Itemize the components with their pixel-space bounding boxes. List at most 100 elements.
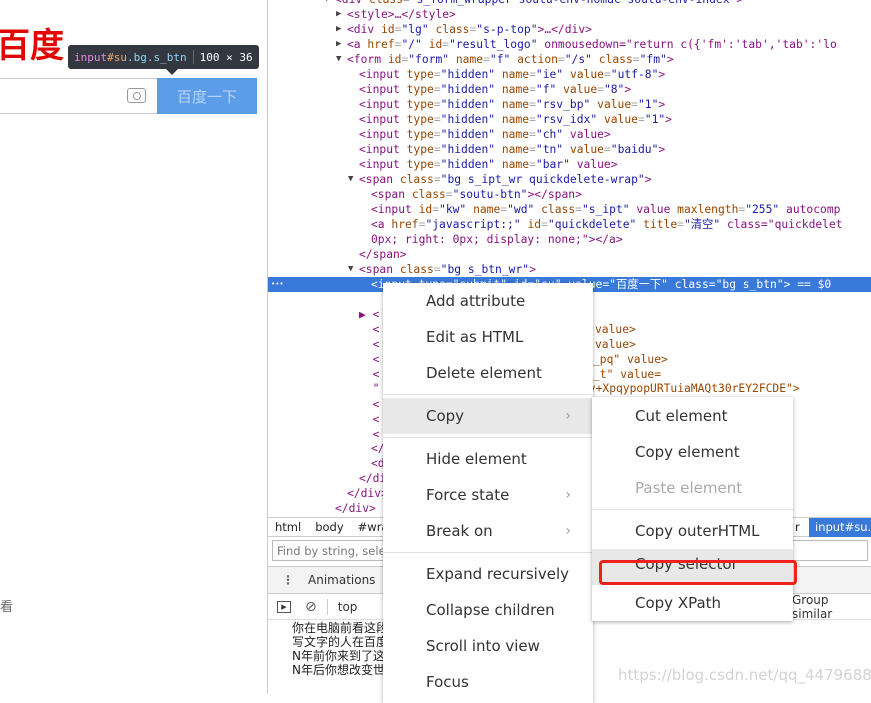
caret-down-icon[interactable]: ▼	[348, 172, 353, 187]
more-icon[interactable]: •••	[271, 277, 284, 292]
dom-node-line[interactable]: ▼ <form id="form" name="f" action="/s" cl…	[268, 52, 871, 67]
tab-animations[interactable]: Animations	[308, 573, 375, 587]
dom-node-line[interactable]: ▼ <span class="bg s_btn_wr">	[268, 262, 871, 277]
dom-node-line[interactable]: <input type="hidden" name="tn" value="ba…	[268, 142, 871, 157]
breadcrumb-body[interactable]: body	[308, 520, 350, 534]
tooltip-size: 100 × 36	[199, 50, 253, 64]
dom-node-text: <input type="hidden" name="ch" value>	[359, 128, 611, 141]
tooltip-class: .bg.s_btn	[127, 50, 187, 64]
dom-node-text: <input id="kw" name="wd" class="s_ipt" v…	[371, 203, 841, 216]
label: Hide element	[426, 450, 527, 468]
dom-node-line[interactable]: </span>	[268, 247, 871, 262]
breadcrumb-current[interactable]: input#su.bg.s_btn	[809, 518, 871, 537]
dom-node-text: 0px; right: 0px; display: none;"></a>	[371, 233, 623, 246]
dom-node-line[interactable]: ▼ <span class="bg s_ipt_wr quickdelete-wr…	[268, 172, 871, 187]
dom-node-line[interactable]: <span class="soutu-btn"></span>	[268, 187, 871, 202]
tooltip-arrow	[166, 69, 178, 81]
watermark: https://blog.csdn.net/qq_44796882	[618, 666, 871, 684]
dom-node-line[interactable]: <input type="hidden" name="ie" value="ut…	[268, 67, 871, 82]
caret-down-icon[interactable]: ▼	[324, 0, 329, 7]
label: Expand recursively	[426, 565, 569, 583]
divider	[592, 509, 793, 510]
dom-node-line[interactable]: ▶ <div id="lg" class="s-p-top">…</div>	[268, 22, 871, 37]
label: Edit as HTML	[426, 328, 524, 346]
caret-right-icon[interactable]: ▶	[336, 7, 341, 22]
menu-edit-as-html[interactable]: Edit as HTML	[383, 319, 593, 355]
dom-node-line[interactable]: ▶ <a href="/" id="result_logo" onmousedow…	[268, 37, 871, 52]
dom-node-text: <div id="lg" class="s-p-top">…</div>	[347, 23, 592, 36]
console-line: 写文字的人在百度	[292, 635, 389, 649]
divider	[383, 552, 593, 553]
label: Copy	[426, 407, 465, 425]
dom-node-text: <input type="hidden" name="ie" value="ut…	[359, 68, 666, 81]
dom-node-line[interactable]: 0px; right: 0px; display: none;"></a>	[268, 232, 871, 247]
caret-right-icon[interactable]: ▶	[336, 37, 341, 52]
dom-node-text: <div class="s_form_wrapper soutu-env-nom…	[335, 0, 743, 7]
label: Copy XPath	[635, 594, 722, 612]
dom-node-text: <span class="soutu-btn"></span>	[371, 188, 582, 201]
dom-node-line[interactable]: <input type="hidden" name="rsv_bp" value…	[268, 97, 871, 112]
dom-node-line[interactable]: ▼ <div class="s_form_wrapper soutu-env-no…	[268, 0, 871, 7]
divider	[383, 437, 593, 438]
side-text: 看	[0, 600, 14, 615]
dom-node-text: </span>	[359, 248, 407, 261]
console-line: N年后你想改变世	[292, 663, 385, 677]
dom-node-line[interactable]: ▶ <style>…</style>	[268, 7, 871, 22]
group-similar-checkbox[interactable]: Group similar	[792, 593, 871, 621]
menu-focus[interactable]: Focus	[383, 664, 593, 700]
dom-node-line[interactable]: <input type="hidden" name="f" value="8">	[268, 82, 871, 97]
label: Scroll into view	[426, 637, 540, 655]
menu-copy-xpath[interactable]: Copy XPath	[592, 585, 793, 621]
highlight-box	[599, 560, 797, 585]
menu-cut-element[interactable]: Cut element	[592, 398, 793, 434]
menu-expand-recursively[interactable]: Expand recursively	[383, 556, 593, 592]
menu-copy[interactable]: Copy ›	[383, 398, 593, 434]
dom-node-text: <style>…</style>	[347, 8, 456, 21]
chevron-right-icon: ›	[565, 408, 571, 424]
caret-right-icon[interactable]: ▶	[336, 22, 341, 37]
clear-console-icon[interactable]: ⊘	[305, 599, 317, 615]
dom-node-text: <input type="hidden" name="tn" value="ba…	[359, 143, 666, 156]
tooltip-id: #su	[107, 50, 127, 64]
menu-delete-element[interactable]: Delete element	[383, 355, 593, 391]
dom-node-fragment: _pq" value>	[593, 353, 668, 366]
label: Cut element	[635, 407, 728, 425]
context-selector[interactable]: top	[338, 600, 358, 614]
menu-copy-element[interactable]: Copy element	[592, 434, 793, 470]
menu-paste-element: Paste element	[592, 470, 793, 506]
dom-node-text: <input type="hidden" name="f" value="8">	[359, 83, 632, 96]
more-icon[interactable]: ⋮	[268, 573, 308, 587]
baidu-logo: 百度	[0, 26, 64, 66]
element-tooltip: input#su.bg.s_btn 100 × 36	[68, 45, 259, 69]
caret-down-icon[interactable]: ▼	[336, 52, 341, 67]
menu-scroll-into-view[interactable]: Scroll into view	[383, 628, 593, 664]
label: Collapse children	[426, 601, 555, 619]
chevron-right-icon: ›	[565, 487, 571, 503]
dom-node-text: <form id="form" name="f" action="/s" cla…	[347, 53, 674, 66]
menu-hide-element[interactable]: Hide element	[383, 441, 593, 477]
label: Break on	[426, 522, 493, 540]
dom-node-line[interactable]: <input type="hidden" name="ch" value>	[268, 127, 871, 142]
label: Add attribute	[426, 292, 526, 310]
dom-node-line[interactable]: <input type="hidden" name="bar" value>	[268, 157, 871, 172]
console-line: N年前你来到了这	[292, 649, 385, 663]
caret-down-icon[interactable]: ▼	[348, 262, 353, 277]
menu-collapse-children[interactable]: Collapse children	[383, 592, 593, 628]
camera-icon[interactable]	[127, 88, 146, 103]
tooltip-tag: input	[74, 50, 108, 64]
label: Paste element	[635, 479, 743, 497]
breadcrumb-html[interactable]: html	[268, 520, 308, 534]
dom-node-line[interactable]: <input type="hidden" name="rsv_idx" valu…	[268, 112, 871, 127]
menu-force-state[interactable]: Force state ›	[383, 477, 593, 513]
dom-node-text: <span class="bg s_btn_wr">	[359, 263, 536, 276]
sidebar-toggle-icon[interactable]: ▶	[277, 600, 291, 613]
menu-break-on[interactable]: Break on ›	[383, 513, 593, 549]
dom-node-line[interactable]: <input id="kw" name="wd" class="s_ipt" v…	[268, 202, 871, 217]
label: Copy outerHTML	[635, 522, 760, 540]
menu-copy-outerhtml[interactable]: Copy outerHTML	[592, 513, 793, 549]
search-button[interactable]: 百度一下	[157, 78, 257, 114]
web-page: 百度 百度一下 input#su.bg.s_btn 100 × 36 看	[0, 0, 267, 694]
dom-node-text: <input type="hidden" name="bar" value>	[359, 158, 618, 171]
menu-add-attribute[interactable]: Add attribute	[383, 283, 593, 319]
dom-node-line[interactable]: <a href="javascript:;" id="quickdelete" …	[268, 217, 871, 232]
